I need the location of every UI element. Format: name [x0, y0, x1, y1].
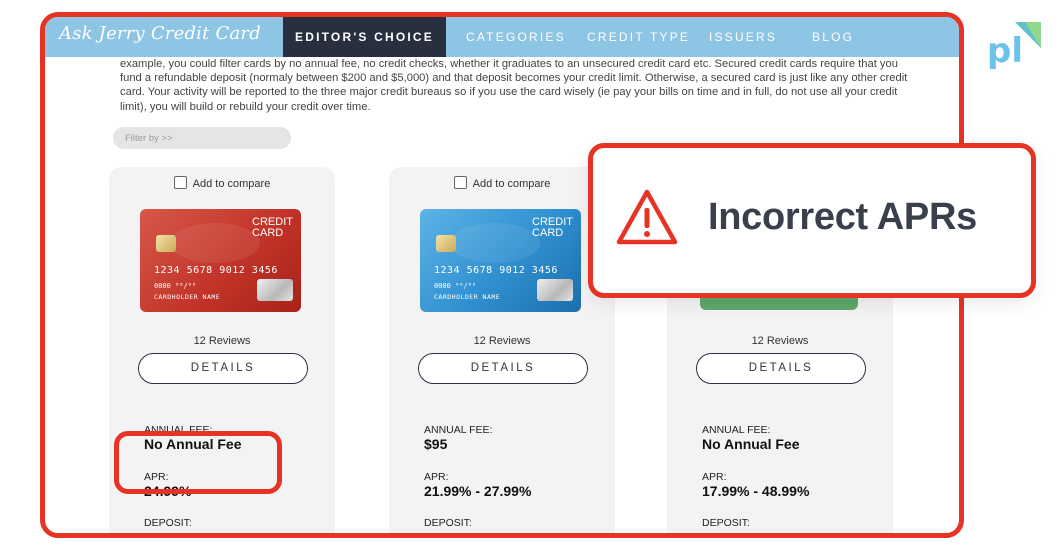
- nav-categories[interactable]: CATEGORIES: [466, 17, 566, 57]
- apr-value: 17.99% - 48.99%: [702, 483, 810, 499]
- compare-checkbox[interactable]: [453, 176, 467, 189]
- deposit-label: DEPOSIT:: [424, 517, 472, 529]
- deposit-value: Min $300: [144, 530, 204, 538]
- credit-card-image[interactable]: CREDIT CARD 1234 5678 9012 3456 0000 ⁰⁰/⁰…: [140, 209, 301, 312]
- annual-fee-label: ANNUAL FEE:: [702, 424, 771, 436]
- card-number: 1234 5678 9012 3456: [154, 265, 278, 276]
- chip-icon: [156, 235, 176, 252]
- compare-label: Add to compare: [472, 178, 551, 190]
- screenshot-stage: Ask Jerry Credit Card EDITOR'S CHOICE CA…: [0, 0, 1060, 554]
- filter-input[interactable]: [113, 127, 291, 149]
- annual-fee-value: $95: [424, 436, 448, 452]
- incorrect-apr-callout: Incorrect APRs: [588, 143, 1036, 298]
- nav-blog[interactable]: BLOG: [812, 17, 854, 57]
- compare-label: Add to compare: [192, 178, 271, 190]
- card-title: CREDIT CARD: [532, 216, 573, 239]
- reviews-count[interactable]: 12 Reviews: [109, 335, 335, 347]
- reviews-count[interactable]: 12 Reviews: [667, 335, 893, 347]
- deposit-value: $0 down: [702, 530, 759, 538]
- details-button[interactable]: DETAILS: [696, 353, 866, 384]
- top-navbar: Ask Jerry Credit Card EDITOR'S CHOICE CA…: [45, 17, 959, 57]
- world-map-graphic: [450, 223, 540, 263]
- hologram-icon: [537, 279, 573, 301]
- card-expiry: 0000 ⁰⁰/⁰⁰: [154, 282, 197, 290]
- details-button[interactable]: DETAILS: [138, 353, 308, 384]
- hologram-icon: [257, 279, 293, 301]
- reviews-count[interactable]: 12 Reviews: [389, 335, 615, 347]
- compare-toggle[interactable]: Add to compare: [109, 176, 335, 190]
- annual-fee-value: No Annual Fee: [702, 436, 800, 452]
- chip-icon: [436, 235, 456, 252]
- card-expiry: 0000 ⁰⁰/⁰⁰: [434, 282, 477, 290]
- apr-label: APR:: [702, 471, 727, 483]
- card-holder: CARDHOLDER NAME: [154, 293, 221, 301]
- apr-label: APR:: [424, 471, 449, 483]
- card-title: CREDIT CARD: [252, 216, 293, 239]
- apr-value: 21.99% - 27.99%: [424, 483, 532, 499]
- apr-highlight-box: [114, 431, 282, 494]
- deposit-label: DEPOSIT:: [702, 517, 750, 529]
- nav-editors-choice[interactable]: EDITOR'S CHOICE: [283, 17, 446, 57]
- green-card-edge: [700, 296, 858, 310]
- callout-message: Incorrect APRs: [708, 196, 977, 238]
- pl-logo: pl: [987, 22, 1041, 71]
- deposit-label: DEPOSIT:: [144, 517, 192, 529]
- intro-paragraph: example, you could filter cards by no an…: [120, 58, 908, 113]
- details-button[interactable]: DETAILS: [418, 353, 588, 384]
- card-holder: CARDHOLDER NAME: [434, 293, 501, 301]
- card-number: 1234 5678 9012 3456: [434, 265, 558, 276]
- brand-logo[interactable]: Ask Jerry Credit Card: [59, 23, 261, 44]
- svg-text:pl: pl: [987, 31, 1023, 71]
- deposit-value: up to $700: [424, 530, 494, 538]
- nav-issuers[interactable]: ISSUERS: [709, 17, 777, 57]
- warning-triangle-icon: [616, 189, 678, 245]
- annual-fee-label: ANNUAL FEE:: [424, 424, 493, 436]
- world-map-graphic: [170, 223, 260, 263]
- compare-checkbox[interactable]: [173, 176, 187, 189]
- compare-toggle[interactable]: Add to compare: [389, 176, 615, 190]
- card-column-2: Add to compare CREDIT CARD 1234 5678 9012…: [389, 167, 615, 538]
- nav-credit-type[interactable]: CREDIT TYPE: [587, 17, 690, 57]
- credit-card-image[interactable]: CREDIT CARD 1234 5678 9012 3456 0000 ⁰⁰/⁰…: [420, 209, 581, 312]
